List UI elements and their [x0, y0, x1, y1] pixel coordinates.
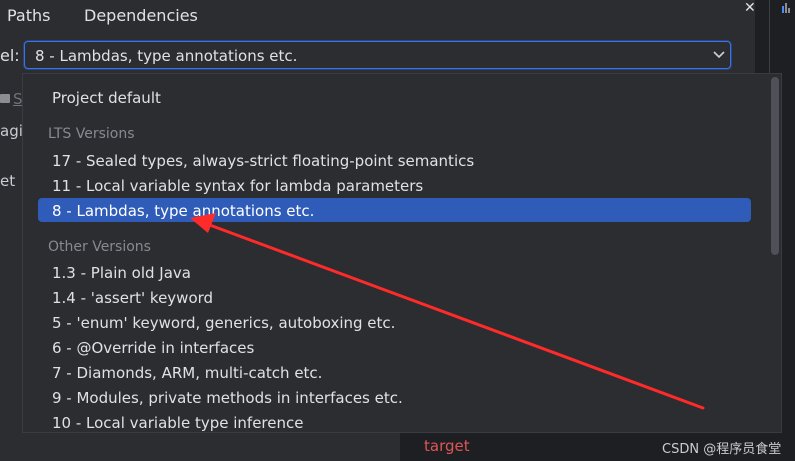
- language-level-value: 8 - Lambdas, type annotations etc.: [35, 47, 298, 65]
- option-8-selected[interactable]: 8 - Lambdas, type annotations etc.: [52, 202, 314, 220]
- option-1-4[interactable]: 1.4 - 'assert' keyword: [52, 289, 213, 307]
- watermark: CSDN @程序员食堂: [662, 442, 782, 457]
- dropdown-scrollbar[interactable]: [771, 77, 779, 255]
- language-level-dropdown: Project default LTS Versions 17 - Sealed…: [22, 73, 782, 433]
- chevron-down-icon[interactable]: [713, 51, 725, 59]
- group-other-versions: Other Versions: [48, 239, 151, 255]
- option-9[interactable]: 9 - Modules, private methods in interfac…: [52, 389, 403, 407]
- annotation-target-label: target: [424, 437, 470, 455]
- option-11[interactable]: 11 - Local variable syntax for lambda pa…: [52, 177, 423, 195]
- tab-bar: Paths Dependencies: [0, 0, 755, 36]
- folder-icon: [0, 94, 10, 103]
- close-icon[interactable]: ✕: [744, 0, 756, 16]
- option-project-default[interactable]: Project default: [52, 89, 161, 107]
- option-1-3[interactable]: 1.3 - Plain old Java: [52, 264, 191, 282]
- option-17[interactable]: 17 - Sealed types, always-strict floatin…: [52, 152, 474, 170]
- group-lts-versions: LTS Versions: [48, 126, 135, 142]
- structure-icon[interactable]: [781, 2, 791, 14]
- tab-paths[interactable]: Paths: [7, 6, 50, 25]
- option-10[interactable]: 10 - Local variable type inference: [52, 414, 303, 432]
- language-level-combobox[interactable]: 8 - Lambdas, type annotations etc.: [24, 41, 731, 69]
- option-5[interactable]: 5 - 'enum' keyword, generics, autoboxing…: [52, 314, 395, 332]
- language-level-label: el:: [0, 46, 20, 65]
- option-6[interactable]: 6 - @Override in interfaces: [52, 339, 254, 357]
- tab-dependencies[interactable]: Dependencies: [84, 6, 198, 25]
- option-7[interactable]: 7 - Diamonds, ARM, multi-catch etc.: [52, 364, 322, 382]
- left-fragment-et: et: [0, 172, 16, 190]
